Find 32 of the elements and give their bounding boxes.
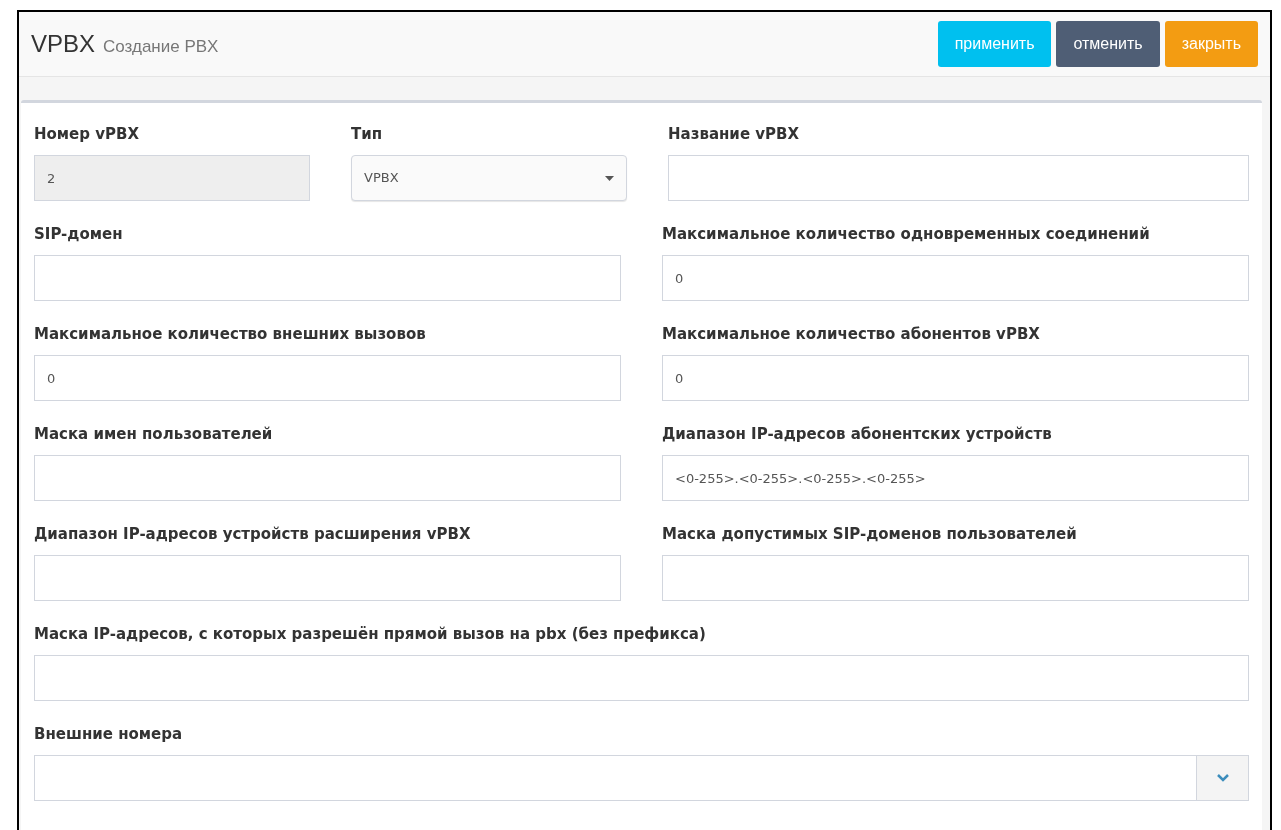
cancel-button[interactable]: отменить xyxy=(1056,21,1160,67)
field-label: Номер vPBX xyxy=(34,124,141,145)
input-field[interactable] xyxy=(34,555,621,601)
input-field[interactable]: 0 xyxy=(662,255,1249,301)
input-field[interactable]: <0-255>.<0-255>.<0-255>.<0-255> xyxy=(662,455,1249,501)
chevron-down-icon xyxy=(1216,774,1229,782)
input-field[interactable] xyxy=(34,255,621,301)
input-field[interactable] xyxy=(34,755,1197,801)
page-title: VPBX xyxy=(31,29,96,59)
field-label: Диапазон IP-адресов устройств расширения vPBX xyxy=(34,524,472,545)
input-field[interactable]: 0 xyxy=(662,355,1249,401)
field-label: Максимальное количество внешних вызовов xyxy=(34,324,427,345)
field-label: Максимальное количество одновременных соединений xyxy=(662,224,1151,245)
input-field[interactable]: 2 xyxy=(34,155,310,201)
field-label: Название vPBX xyxy=(668,124,801,145)
input-field[interactable] xyxy=(662,555,1249,601)
select-dropdown[interactable]: VPBX xyxy=(351,155,627,201)
field-label: Маска допустимых SIP-доменов пользователей xyxy=(662,524,1078,545)
page-subtitle: Создание PBX xyxy=(103,36,219,58)
field-label: Максимальное количество абонентов vPBX xyxy=(662,324,1041,345)
field-label: Диапазон IP-адресов абонентских устройств xyxy=(662,424,1053,445)
input-field[interactable] xyxy=(34,455,621,501)
field-label: Маска IP-адресов, с которых разрешён прямой вызов на pbx (без префикса) xyxy=(34,624,707,645)
caret-icon xyxy=(605,175,614,181)
input-field[interactable] xyxy=(34,655,1249,701)
dropdown-button[interactable] xyxy=(1197,755,1249,801)
field-label: Тип xyxy=(351,124,384,145)
field-label: Внешние номера xyxy=(34,724,184,745)
input-field[interactable]: 0 xyxy=(34,355,621,401)
input-field[interactable] xyxy=(668,155,1249,201)
field-label: SIP-домен xyxy=(34,224,124,245)
field-label: Маска имен пользователей xyxy=(34,424,274,445)
